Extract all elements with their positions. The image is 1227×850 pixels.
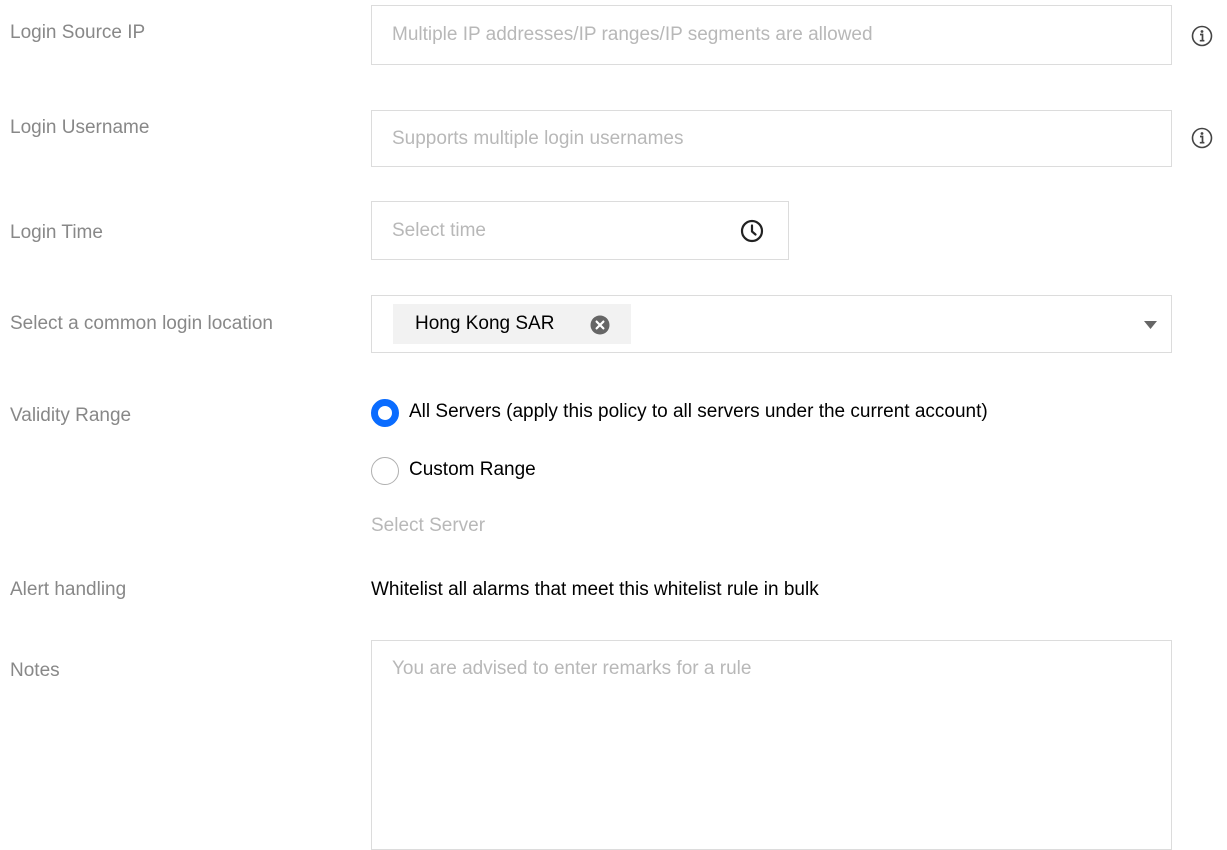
caret-down-icon[interactable] <box>1144 321 1157 329</box>
location-tag-text: Hong Kong SAR <box>415 313 555 334</box>
location-label: Select a common login location <box>10 313 273 334</box>
alert-label: Alert handling <box>10 579 127 600</box>
radio-unchecked-icon[interactable] <box>371 457 399 485</box>
login-time-input[interactable] <box>392 202 768 259</box>
radio-checked-icon[interactable] <box>371 399 399 427</box>
login-time-label: Login Time <box>10 222 103 243</box>
location-select[interactable]: Hong Kong SAR <box>371 295 1172 353</box>
select-server-link[interactable]: Select Server <box>371 515 485 537</box>
radio-custom-range-label: Custom Range <box>409 459 536 480</box>
radio-all-servers-label: All Servers (apply this policy to all se… <box>409 401 988 422</box>
location-tag: Hong Kong SAR <box>393 304 631 344</box>
radio-custom-range[interactable]: Custom Range <box>371 456 571 486</box>
radio-all-servers[interactable]: All Servers (apply this policy to all se… <box>371 398 1131 428</box>
username-input[interactable] <box>392 111 1151 166</box>
alert-text: Whitelist all alarms that meet this whit… <box>371 579 819 600</box>
close-circle-icon[interactable] <box>590 315 610 335</box>
notes-label: Notes <box>10 660 60 681</box>
username-label: Login Username <box>10 117 150 138</box>
source-ip-label: Login Source IP <box>10 22 146 43</box>
notes-textarea[interactable] <box>371 640 1172 850</box>
validity-label: Validity Range <box>10 405 132 426</box>
login-time-picker[interactable] <box>371 201 789 260</box>
username-field[interactable] <box>371 110 1172 167</box>
info-icon[interactable] <box>1191 127 1213 149</box>
info-icon[interactable] <box>1191 25 1213 47</box>
source-ip-field[interactable] <box>371 5 1172 65</box>
source-ip-input[interactable] <box>392 6 1151 64</box>
clock-icon[interactable] <box>740 219 764 243</box>
